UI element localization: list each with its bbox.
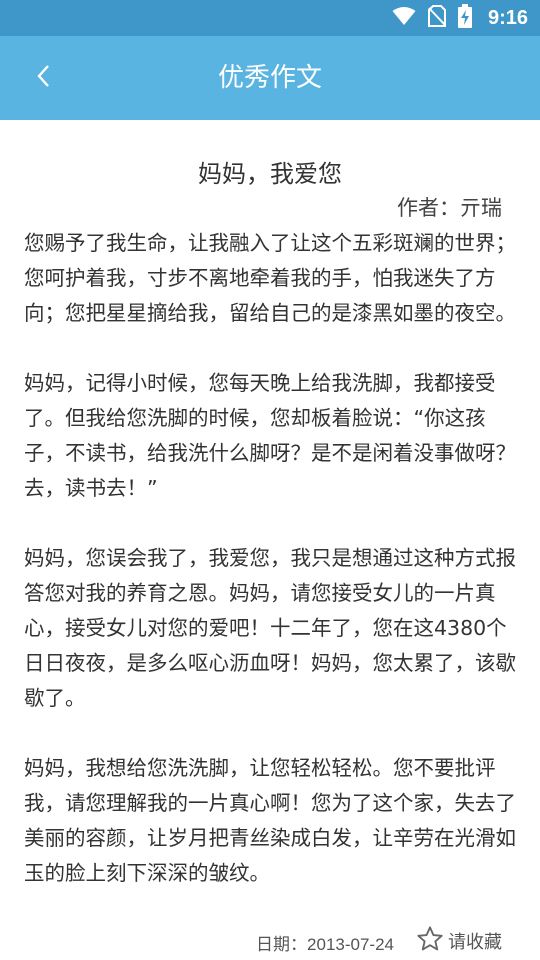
article-paragraph: 您赐予了我生命，让我融入了让这个五彩斑斓的世界；您呵护着我，寸步不离地牵着我的手… <box>24 231 516 325</box>
status-time: 9:16 <box>487 6 528 29</box>
app-bar: 优秀作文 <box>0 36 540 120</box>
article-author: 作者：亓瑞 <box>397 196 502 220</box>
status-icons: 9:16 <box>392 0 528 36</box>
star-outline-icon <box>416 925 444 957</box>
favorite-label: 请收藏 <box>448 932 502 953</box>
no-sim-icon <box>427 5 446 31</box>
article-footer: 日期：2013-07-24 请收藏 <box>0 922 540 960</box>
article-paragraph: 妈妈，记得小时候，您每天晚上给我洗脚，我都接受了。但我给您洗脚的时候，您却板着脸… <box>24 371 516 500</box>
article-paragraph: 妈妈，我想给您洗洗脚，让您轻松轻松。您不要批评我，请您理解我的一片真心啊！您为了… <box>24 756 516 885</box>
chevron-left-icon <box>36 63 52 93</box>
wifi-icon <box>392 6 416 30</box>
article-body: 您赐予了我生命，让我融入了让这个五彩斑斓的世界；您呵护着我，寸步不离地牵着我的手… <box>24 226 516 891</box>
page-title: 优秀作文 <box>217 63 322 93</box>
favorite-button[interactable]: 请收藏 <box>416 924 502 958</box>
article-paragraph: 妈妈，您误会我了，我爱您，我只是想通过这种方式报答您对我的养育之恩。妈妈，请您接… <box>24 546 516 710</box>
article-title: 妈妈，我爱您 <box>198 160 342 188</box>
status-bar: 9:16 <box>0 0 540 36</box>
back-button[interactable] <box>22 56 66 100</box>
article-date: 日期：2013-07-24 <box>256 935 394 954</box>
article-content[interactable]: 妈妈，我爱您 作者：亓瑞 您赐予了我生命，让我融入了让这个五彩斑斓的世界；您呵护… <box>0 120 540 960</box>
battery-charging-icon <box>457 4 472 32</box>
